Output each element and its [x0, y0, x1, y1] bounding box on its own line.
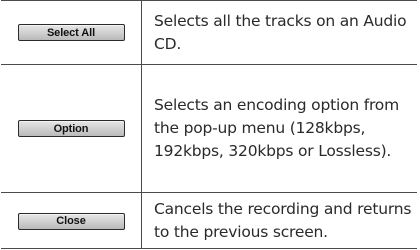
close-button[interactable]: Close: [17, 212, 125, 230]
button-cell: Option: [1, 65, 141, 192]
option-button[interactable]: Option: [17, 120, 125, 137]
select-all-description: Selects all the tracks on an Audio CD.: [154, 11, 407, 53]
select-all-button[interactable]: Select All: [17, 24, 125, 41]
button-cell: Select All: [1, 1, 141, 64]
description-cell: Cancels the recording and returns to the…: [154, 193, 413, 249]
table-row-option: Option Selects an encoding option from t…: [1, 64, 417, 192]
button-cell: Close: [1, 193, 141, 249]
button-description-table: Select All Selects all the tracks on an …: [1, 0, 417, 249]
table-row-select-all: Select All Selects all the tracks on an …: [1, 1, 417, 64]
option-description: Selects an encoding option from the pop-…: [154, 96, 399, 160]
description-cell: Selects an encoding option from the pop-…: [154, 65, 413, 192]
table-row-close: Close Cancels the recording and returns …: [1, 192, 417, 249]
close-description: Cancels the recording and returns to the…: [154, 200, 412, 241]
description-cell: Selects all the tracks on an Audio CD.: [154, 1, 413, 64]
